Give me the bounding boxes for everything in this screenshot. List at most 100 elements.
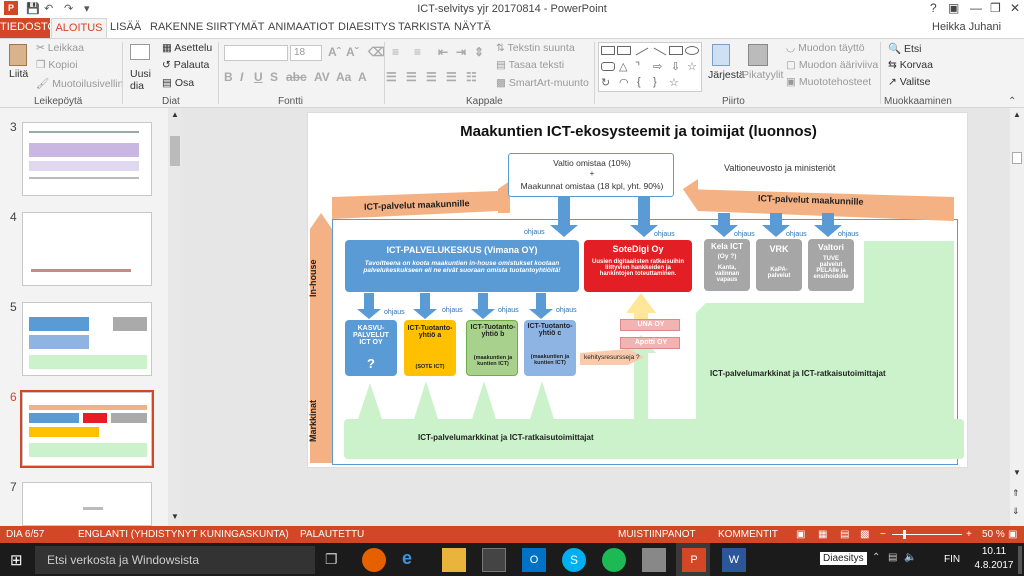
underline-button[interactable]: U bbox=[254, 70, 263, 84]
outlook-icon[interactable]: O bbox=[522, 548, 546, 572]
shape-rounded-icon[interactable] bbox=[601, 62, 615, 71]
italic-button[interactable]: I bbox=[240, 70, 243, 84]
tab-lisaa[interactable]: LISÄÄ bbox=[110, 21, 141, 33]
zoom-slider-thumb[interactable] bbox=[903, 530, 906, 539]
shape-rect2-icon[interactable] bbox=[669, 46, 683, 55]
cut-button[interactable]: ✂ Leikkaa bbox=[36, 42, 84, 54]
prod-b-box[interactable]: ICT-Tuotanto-yhtiö b (maakuntien ja kunt… bbox=[466, 320, 518, 376]
scroll-down-icon[interactable]: ▼ bbox=[1013, 468, 1021, 477]
zoom-out-icon[interactable]: − bbox=[880, 529, 886, 540]
show-desktop[interactable] bbox=[1018, 546, 1022, 574]
align-right-icon[interactable]: ☰ bbox=[426, 70, 437, 84]
align-text-button[interactable]: ▤ Tasaa teksti bbox=[496, 59, 564, 71]
numbering-icon[interactable]: ≡ bbox=[414, 45, 421, 59]
spotify-icon[interactable] bbox=[602, 548, 626, 572]
apotti-box[interactable]: Apotti OY bbox=[620, 337, 680, 349]
quick-styles-icon[interactable] bbox=[748, 44, 768, 66]
network-icon[interactable]: ▤ bbox=[888, 552, 897, 563]
shape-right-arrow-icon[interactable]: ⇨ bbox=[653, 60, 662, 73]
paste-button[interactable]: Liitä bbox=[9, 68, 28, 80]
scroll-up-icon[interactable]: ▲ bbox=[1013, 110, 1021, 119]
shape-textbox-icon[interactable] bbox=[617, 46, 631, 55]
slide[interactable]: Maakuntien ICT-ekosysteemit ja toimijat … bbox=[307, 112, 968, 468]
vrk-box[interactable]: VRK KaPA-palvelut bbox=[756, 239, 802, 291]
bullets-icon[interactable]: ≡ bbox=[392, 45, 399, 59]
editor-scrollbar[interactable]: ▲ ▼ ⇑ ⇓ bbox=[1010, 108, 1024, 526]
shape-fill-button[interactable]: ◡ Muodon täyttö bbox=[786, 42, 865, 54]
edge-icon[interactable]: e bbox=[402, 548, 426, 572]
task-view-icon[interactable]: ❐ bbox=[325, 548, 349, 572]
shape-bracket-icon[interactable]: ⌝ bbox=[635, 60, 640, 73]
taskbar-diaesitys[interactable]: Diaesitys bbox=[820, 552, 867, 565]
bold-button[interactable]: B bbox=[224, 70, 233, 84]
font-color-button[interactable]: A bbox=[358, 70, 367, 84]
minimize-icon[interactable]: — bbox=[970, 1, 982, 15]
font-size-input[interactable]: 18 bbox=[290, 45, 322, 61]
input-language[interactable]: FIN bbox=[944, 554, 960, 565]
text-direction-button[interactable]: ⇅ Tekstin suunta bbox=[496, 42, 575, 54]
section-button[interactable]: ▤ Osa bbox=[162, 77, 194, 89]
tab-tiedosto[interactable]: TIEDOSTO bbox=[0, 18, 56, 38]
shape-brace2-icon[interactable]: } bbox=[653, 76, 657, 88]
layout-button[interactable]: ▦ Asettelu bbox=[162, 42, 212, 54]
copy-button[interactable]: ❐ Kopioi bbox=[36, 59, 78, 71]
firefox-icon[interactable] bbox=[362, 548, 386, 572]
new-slide-button[interactable]: Uusi bbox=[130, 68, 151, 80]
find-button[interactable]: 🔍 Etsi bbox=[888, 42, 922, 55]
store-icon[interactable] bbox=[482, 548, 506, 572]
align-left-icon[interactable]: ☰ bbox=[386, 70, 397, 84]
file-explorer-icon[interactable] bbox=[442, 548, 466, 572]
collapse-ribbon-icon[interactable]: ⌃ bbox=[1008, 96, 1016, 107]
shape-down-arrow-icon[interactable]: ⇩ bbox=[671, 60, 680, 73]
new-slide-button-2[interactable]: dia bbox=[130, 80, 144, 92]
word-taskbar-icon[interactable]: W bbox=[722, 548, 746, 572]
help-button[interactable]: ? bbox=[930, 1, 937, 15]
scroll-thumb[interactable] bbox=[1012, 152, 1022, 164]
close-icon[interactable]: ✕ bbox=[1010, 1, 1020, 15]
shadow-button[interactable]: S bbox=[270, 70, 278, 84]
valtori-box[interactable]: Valtori TUVE palvelut PELAlle ja ensihoi… bbox=[808, 239, 854, 291]
shape-curve-icon[interactable]: ↻ bbox=[601, 76, 610, 89]
line-spacing-icon[interactable]: ⇕ bbox=[474, 45, 484, 59]
sotedigi-box[interactable]: SoteDigi Oy Uusien digitaalisten ratkais… bbox=[584, 240, 692, 292]
slide-thumbnail-3[interactable] bbox=[22, 122, 152, 196]
skype-icon[interactable]: S bbox=[562, 548, 586, 572]
volume-icon[interactable]: 🔈 bbox=[904, 552, 916, 563]
shape-oval-icon[interactable] bbox=[685, 46, 699, 55]
slide-thumbnail-7[interactable] bbox=[22, 482, 152, 526]
kasvu-box[interactable]: KASVU-PALVELUT ICT OY ? bbox=[345, 320, 397, 376]
quick-styles-button[interactable]: Pikatyylit bbox=[742, 69, 783, 81]
shape-outline-button[interactable]: ▢ Muodon ääriviiva bbox=[786, 59, 878, 71]
arrange-button[interactable]: Järjestä bbox=[708, 69, 745, 81]
thumbnails-scrollbar[interactable]: ▲ ▼ bbox=[168, 108, 182, 526]
center-box[interactable]: ICT-PALVELUKESKUS (Vimana OY) Tavoitteen… bbox=[345, 240, 579, 292]
tab-animaatiot[interactable]: ANIMAATIOT bbox=[268, 21, 334, 33]
clock-time[interactable]: 10.11 bbox=[972, 546, 1016, 557]
prev-slide-icon[interactable]: ⇑ bbox=[1012, 488, 1020, 499]
outdent-icon[interactable]: ⇥ bbox=[456, 45, 466, 59]
align-center-icon[interactable]: ☰ bbox=[406, 70, 417, 84]
tray-up-icon[interactable]: ⌃ bbox=[872, 552, 880, 563]
shape-star2-icon[interactable]: ☆ bbox=[669, 76, 679, 89]
slide-thumbnail-4[interactable] bbox=[22, 212, 152, 286]
shrink-font-icon[interactable]: Aˇ bbox=[346, 45, 359, 59]
shape-effects-button[interactable]: ▣ Muototehosteet bbox=[786, 76, 871, 88]
shape-arc-icon[interactable]: ◠ bbox=[619, 76, 629, 89]
select-button[interactable]: ↗ Valitse bbox=[888, 76, 930, 88]
tab-nayta[interactable]: NÄYTÄ bbox=[454, 21, 491, 33]
una-box[interactable]: UNA OY bbox=[620, 319, 680, 331]
prod-c-box[interactable]: ICT-Tuotanto-yhtiö c (maakuntien ja kunt… bbox=[524, 320, 576, 376]
slide-thumbnail-6[interactable] bbox=[22, 392, 152, 466]
tab-siirtymat[interactable]: SIIRTYMÄT bbox=[206, 21, 264, 33]
new-slide-icon[interactable] bbox=[130, 44, 150, 60]
comments-button[interactable]: KOMMENTIT bbox=[718, 529, 778, 540]
slideshow-view-icon[interactable]: ▩ bbox=[860, 529, 869, 540]
shape-star-icon[interactable]: ☆ bbox=[687, 60, 697, 73]
language-status[interactable]: ENGLANTI (YHDISTYNYT KUNINGASKUNTA) bbox=[78, 529, 289, 540]
kela-box[interactable]: Kela ICT (Oy ?) Kanta, valinnan vapaus bbox=[704, 239, 750, 291]
shape-rect-icon[interactable] bbox=[601, 46, 615, 55]
replace-button[interactable]: ⇆ Korvaa bbox=[888, 59, 933, 71]
shape-triangle-icon[interactable]: △ bbox=[619, 60, 627, 73]
app-icon[interactable] bbox=[642, 548, 666, 572]
normal-view-icon[interactable]: ▣ bbox=[796, 529, 805, 540]
